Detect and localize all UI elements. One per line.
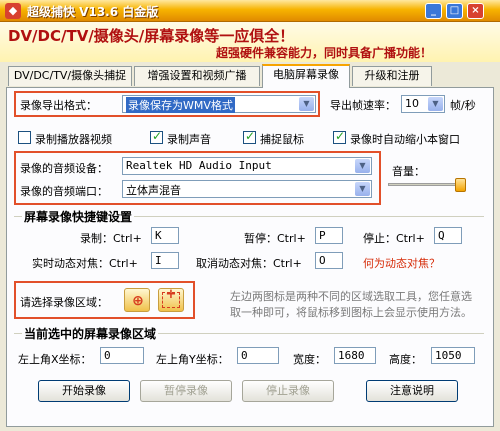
pause-record-button[interactable]: 暂停录像 xyxy=(140,380,232,402)
banner-headline: DV/DC/TV/摄像头/屏幕录像等一应俱全！ xyxy=(8,27,295,45)
rect-select-button[interactable]: + xyxy=(158,287,184,312)
tab-capture[interactable]: DV/DC/TV/摄像头捕捉 xyxy=(8,66,132,86)
banner-tagline: 超强硬件兼容能力，同时具备广播功能！ xyxy=(216,46,433,60)
volume-label: 音量： xyxy=(392,165,425,178)
audio-port-label: 录像的音频端口： xyxy=(20,185,108,198)
window-title: 超级捕快 V13.6 白金版 xyxy=(27,5,159,19)
maximize-button[interactable]: □ xyxy=(446,3,463,19)
height-field[interactable]: 1050 xyxy=(431,347,475,364)
chevron-down-icon[interactable]: ▼ xyxy=(299,97,314,111)
left-x-label: 左上角X坐标： xyxy=(18,353,92,366)
audio-port-select[interactable]: 立体声混音 ▼ xyxy=(122,180,372,198)
track-hotkey-label: 实时动态对焦：Ctrl+ xyxy=(32,257,138,270)
hotkeys-title: 屏幕录像快捷键设置 xyxy=(22,208,135,225)
record-hotkey-field[interactable]: K xyxy=(151,227,179,244)
pause-hotkey-label: 暂停：Ctrl+ xyxy=(244,232,306,245)
close-button[interactable]: × xyxy=(467,3,484,19)
crosshair-select-button[interactable]: ⊕ xyxy=(124,288,150,312)
framerate-value: 10 xyxy=(405,97,419,110)
stop-hotkey-field[interactable]: Q xyxy=(434,227,462,244)
audio-device-label: 录像的音频设备： xyxy=(20,162,108,175)
record-player-video-label: 录制播放器视频 xyxy=(35,133,112,146)
framerate-label: 导出帧速率： xyxy=(330,99,396,112)
stop-record-button[interactable]: 停止录像 xyxy=(242,380,334,402)
tab-screen-record[interactable]: 电脑屏幕录像 xyxy=(262,64,350,88)
app-logo-icon: ◆ xyxy=(5,3,21,19)
help-button[interactable]: 注意说明 xyxy=(366,380,458,402)
start-record-button[interactable]: 开始录像 xyxy=(38,380,130,402)
audio-device-select[interactable]: Realtek HD Audio Input ▼ xyxy=(122,157,372,175)
record-sound-label: 录制声音 xyxy=(167,133,211,146)
volume-slider-thumb[interactable] xyxy=(455,178,466,192)
pause-hotkey-field[interactable]: P xyxy=(315,227,343,244)
area-hint-text: 左边两图标是两种不同的区域选取工具，您任意选取一种即可，将鼠标移到图标上会显示使… xyxy=(230,290,472,319)
chevron-down-icon[interactable]: ▼ xyxy=(355,182,370,196)
region-title: 当前选中的屏幕录像区域 xyxy=(22,325,159,342)
format-select[interactable]: 录像保存为WMV格式 ▼ xyxy=(122,95,316,113)
chevron-down-icon[interactable]: ▼ xyxy=(355,159,370,173)
left-y-field[interactable]: 0 xyxy=(237,347,279,364)
tab-upgrade-register[interactable]: 升级和注册 xyxy=(352,66,432,86)
audio-device-value: Realtek HD Audio Input xyxy=(126,159,272,172)
left-x-field[interactable]: 0 xyxy=(100,347,144,364)
record-player-video-checkbox[interactable] xyxy=(18,131,31,144)
track-hotkey-field[interactable]: I xyxy=(151,252,179,269)
record-sound-checkbox[interactable] xyxy=(150,129,163,144)
format-label: 录像导出格式： xyxy=(20,99,97,112)
capture-mouse-checkbox[interactable] xyxy=(243,129,256,144)
cancel-track-hotkey-label: 取消动态对焦：Ctrl+ xyxy=(196,257,302,270)
area-label: 请选择录像区域： xyxy=(20,296,108,309)
minimize-button[interactable]: _ xyxy=(425,3,442,19)
width-label: 宽度： xyxy=(293,353,326,366)
framerate-unit: 帧/秒 xyxy=(450,99,476,112)
width-field[interactable]: 1680 xyxy=(334,347,376,364)
banner: DV/DC/TV/摄像头/屏幕录像等一应俱全！ 超强硬件兼容能力，同时具备广播功… xyxy=(0,22,500,62)
height-label: 高度： xyxy=(389,353,422,366)
format-value: 录像保存为WMV格式 xyxy=(126,97,235,113)
left-y-label: 左上角Y坐标： xyxy=(156,353,229,366)
audio-port-value: 立体声混音 xyxy=(126,184,181,197)
stop-hotkey-label: 停止：Ctrl+ xyxy=(363,232,425,245)
capture-mouse-label: 捕捉鼠标 xyxy=(260,133,304,146)
tab-enhanced-broadcast[interactable]: 增强设置和视频广播 xyxy=(134,66,260,86)
what-is-tracking-link[interactable]: 何为动态对焦？ xyxy=(363,255,440,271)
plus-icon: + xyxy=(165,287,177,302)
auto-minimize-label: 录像时自动缩小本窗口 xyxy=(350,133,460,146)
cancel-track-hotkey-field[interactable]: O xyxy=(315,252,343,269)
chevron-down-icon[interactable]: ▼ xyxy=(428,97,443,111)
title-bar[interactable]: ◆ 超级捕快 V13.6 白金版 _ □ × xyxy=(0,0,500,22)
auto-minimize-checkbox[interactable] xyxy=(333,129,346,144)
crosshair-icon: ⊕ xyxy=(132,293,144,309)
framerate-select[interactable]: 10 ▼ xyxy=(401,95,445,113)
record-hotkey-label: 录制：Ctrl+ xyxy=(80,232,142,245)
